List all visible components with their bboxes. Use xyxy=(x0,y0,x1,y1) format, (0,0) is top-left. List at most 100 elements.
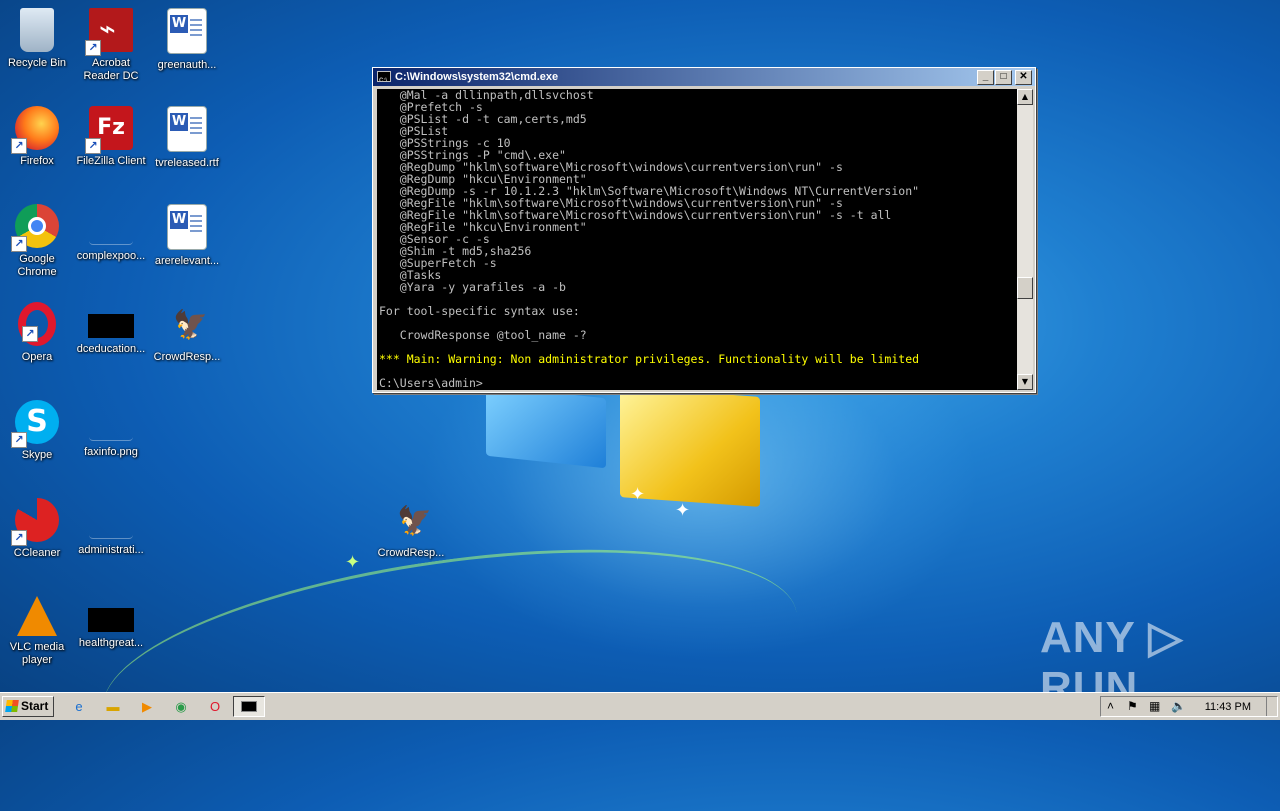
desktop-icon-recycle-bin[interactable]: Recycle Bin xyxy=(0,8,74,70)
recycle-bin-icon xyxy=(20,8,54,52)
crowdstrike-falcon-icon xyxy=(165,302,209,346)
opera-icon[interactable]: O xyxy=(206,698,224,716)
console-text: @Mal -a dllinpath,dllsvchost @Prefetch -… xyxy=(377,89,1018,389)
maximize-button[interactable]: □ xyxy=(995,70,1012,85)
network-icon[interactable]: ▦ xyxy=(1149,699,1160,713)
shortcut-arrow-icon: ↗ xyxy=(11,138,27,154)
desktop-icon-vlc[interactable]: VLC media player xyxy=(0,596,74,667)
desktop-icon-healthgreat[interactable]: healthgreat... xyxy=(74,596,148,650)
taskbar: Start e ▬ ▶ ◉ O ˄ ⚑ ▦ 🔈 11:43 PM xyxy=(0,692,1280,720)
sparkle-icon: ✦ xyxy=(345,552,361,573)
desktop-icon-label: CrowdResp... xyxy=(153,351,221,363)
file-thumbnail-icon xyxy=(88,608,134,632)
desktop-icon-label: faxinfo.png xyxy=(84,446,138,458)
desktop-icon-label: Opera xyxy=(21,351,53,363)
volume-icon[interactable]: 🔈 xyxy=(1171,699,1186,713)
desktop-icon-label: Firefox xyxy=(20,155,54,167)
desktop-icon-crowdresponse[interactable]: CrowdResp... xyxy=(150,302,224,364)
file-thumbnail-icon xyxy=(89,204,133,245)
desktop-icon-label: Google Chrome xyxy=(17,253,57,278)
sparkle-icon: ✦ xyxy=(630,484,646,505)
sparkle-icon: ✦ xyxy=(675,500,691,521)
word-document-icon xyxy=(167,8,207,54)
scroll-down-button[interactable]: ▼ xyxy=(1017,374,1033,390)
ccleaner-icon: ↗ xyxy=(11,498,59,546)
shortcut-arrow-icon: ↗ xyxy=(85,40,101,56)
chrome-icon[interactable]: ◉ xyxy=(172,698,190,716)
desktop-icon-label: Recycle Bin xyxy=(7,57,67,69)
word-document-icon xyxy=(167,106,207,152)
minimize-button[interactable]: _ xyxy=(977,70,994,85)
scroll-up-button[interactable]: ▲ xyxy=(1017,89,1033,105)
word-document-icon xyxy=(167,204,207,250)
cmd-icon xyxy=(377,71,391,90)
desktop-icon-dceducation[interactable]: dceducation... xyxy=(74,302,148,356)
desktop-icon-firefox[interactable]: ↗ Firefox xyxy=(0,106,74,168)
close-button[interactable]: ✕ xyxy=(1015,70,1032,85)
shortcut-arrow-icon: ↗ xyxy=(85,138,101,154)
windows-logo-blue xyxy=(486,385,606,469)
shortcut-arrow-icon: ↗ xyxy=(11,530,27,546)
desktop-icon-faxinfo[interactable]: faxinfo.png xyxy=(74,400,148,459)
desktop-icon-administrati[interactable]: administrati... xyxy=(74,498,148,557)
vertical-scrollbar[interactable]: ▲ ▼ xyxy=(1017,89,1033,390)
desktop-icon-label: VLC media player xyxy=(9,641,65,666)
console-prompt[interactable]: C:\Users\admin> xyxy=(379,376,483,390)
desktop-icon-label: CrowdResp... xyxy=(377,547,445,559)
acrobat-icon: ↗ xyxy=(85,8,133,56)
desktop-icon-label: FileZilla Client xyxy=(76,155,146,167)
cmd-window[interactable]: C:\Windows\system32\cmd.exe _ □ ✕ @Mal -… xyxy=(372,67,1036,393)
start-label: Start xyxy=(21,699,49,713)
window-title: C:\Windows\system32\cmd.exe xyxy=(395,71,559,83)
opera-icon: ↗ xyxy=(18,302,56,346)
shortcut-arrow-icon: ↗ xyxy=(11,236,27,252)
desktop-icon-arerelevant[interactable]: arerelevant... xyxy=(150,204,224,268)
shortcut-arrow-icon: ↗ xyxy=(22,326,38,342)
firefox-icon: ↗ xyxy=(11,106,59,154)
desktop-icon-label: Skype xyxy=(21,449,53,461)
chrome-icon: ↗ xyxy=(11,204,59,252)
desktop-icon-label: greenauth... xyxy=(157,59,217,71)
media-player-icon[interactable]: ▶ xyxy=(138,698,156,716)
system-tray: ˄ ⚑ ▦ 🔈 11:43 PM xyxy=(1100,696,1278,717)
desktop-icon-label: dceducation... xyxy=(76,343,146,355)
taskbar-cmd-button[interactable] xyxy=(233,696,265,717)
desktop-icon-opera[interactable]: ↗ Opera xyxy=(0,302,74,364)
desktop-icon-label: healthgreat... xyxy=(78,637,144,649)
desktop-icon-acrobat[interactable]: ↗ Acrobat Reader DC xyxy=(74,8,148,83)
file-thumbnail-icon xyxy=(89,498,133,539)
desktop-icon-filezilla[interactable]: Fz ↗ FileZilla Client xyxy=(74,106,148,168)
desktop-icon-greenauth[interactable]: greenauth... xyxy=(150,8,224,72)
ie-icon[interactable]: e xyxy=(70,698,88,716)
file-thumbnail-icon xyxy=(88,314,134,338)
windows-logo-icon xyxy=(5,700,19,712)
clock[interactable]: 11:43 PM xyxy=(1205,700,1251,714)
show-desktop-button[interactable] xyxy=(1266,697,1277,716)
explorer-icon[interactable]: ▬ xyxy=(104,698,122,716)
console-line: CrowdResponse @tool_name -? xyxy=(399,328,587,342)
tray-expand-icon[interactable]: ˄ xyxy=(1107,699,1114,713)
desktop-icon-crowdresponse-2[interactable]: CrowdResp... xyxy=(374,498,448,560)
desktop-icon-label: CCleaner xyxy=(13,547,61,559)
desktop-icon-chrome[interactable]: ↗ Google Chrome xyxy=(0,204,74,279)
crowdstrike-falcon-icon xyxy=(389,498,433,542)
desktop-icon-ccleaner[interactable]: ↗ CCleaner xyxy=(0,498,74,560)
console-line: @Yara -y yarafiles -a -b xyxy=(399,280,566,294)
shortcut-arrow-icon: ↗ xyxy=(11,432,27,448)
filezilla-icon: Fz ↗ xyxy=(85,106,133,154)
cmd-icon xyxy=(241,701,257,712)
desktop-icon-complexpoo[interactable]: complexpoo... xyxy=(74,204,148,263)
desktop-icon-label: complexpoo... xyxy=(76,250,146,262)
desktop-icon-label: administrati... xyxy=(78,544,144,556)
desktop-icon-label: Acrobat Reader DC xyxy=(83,57,139,82)
desktop-icon-label: tvreleased.rtf xyxy=(155,157,219,169)
skype-icon: S ↗ xyxy=(11,400,59,448)
desktop-icon-skype[interactable]: S ↗ Skype xyxy=(0,400,74,462)
console-output[interactable]: @Mal -a dllinpath,dllsvchost @Prefetch -… xyxy=(377,89,1018,390)
action-center-flag-icon[interactable]: ⚑ xyxy=(1127,699,1138,713)
desktop-icon-tvreleased[interactable]: tvreleased.rtf xyxy=(150,106,224,170)
scroll-thumb[interactable] xyxy=(1017,277,1033,299)
cmd-title-bar[interactable]: C:\Windows\system32\cmd.exe _ □ ✕ xyxy=(373,68,1035,90)
start-button[interactable]: Start xyxy=(2,696,54,717)
console-line: For tool-specific syntax use: xyxy=(379,304,580,318)
